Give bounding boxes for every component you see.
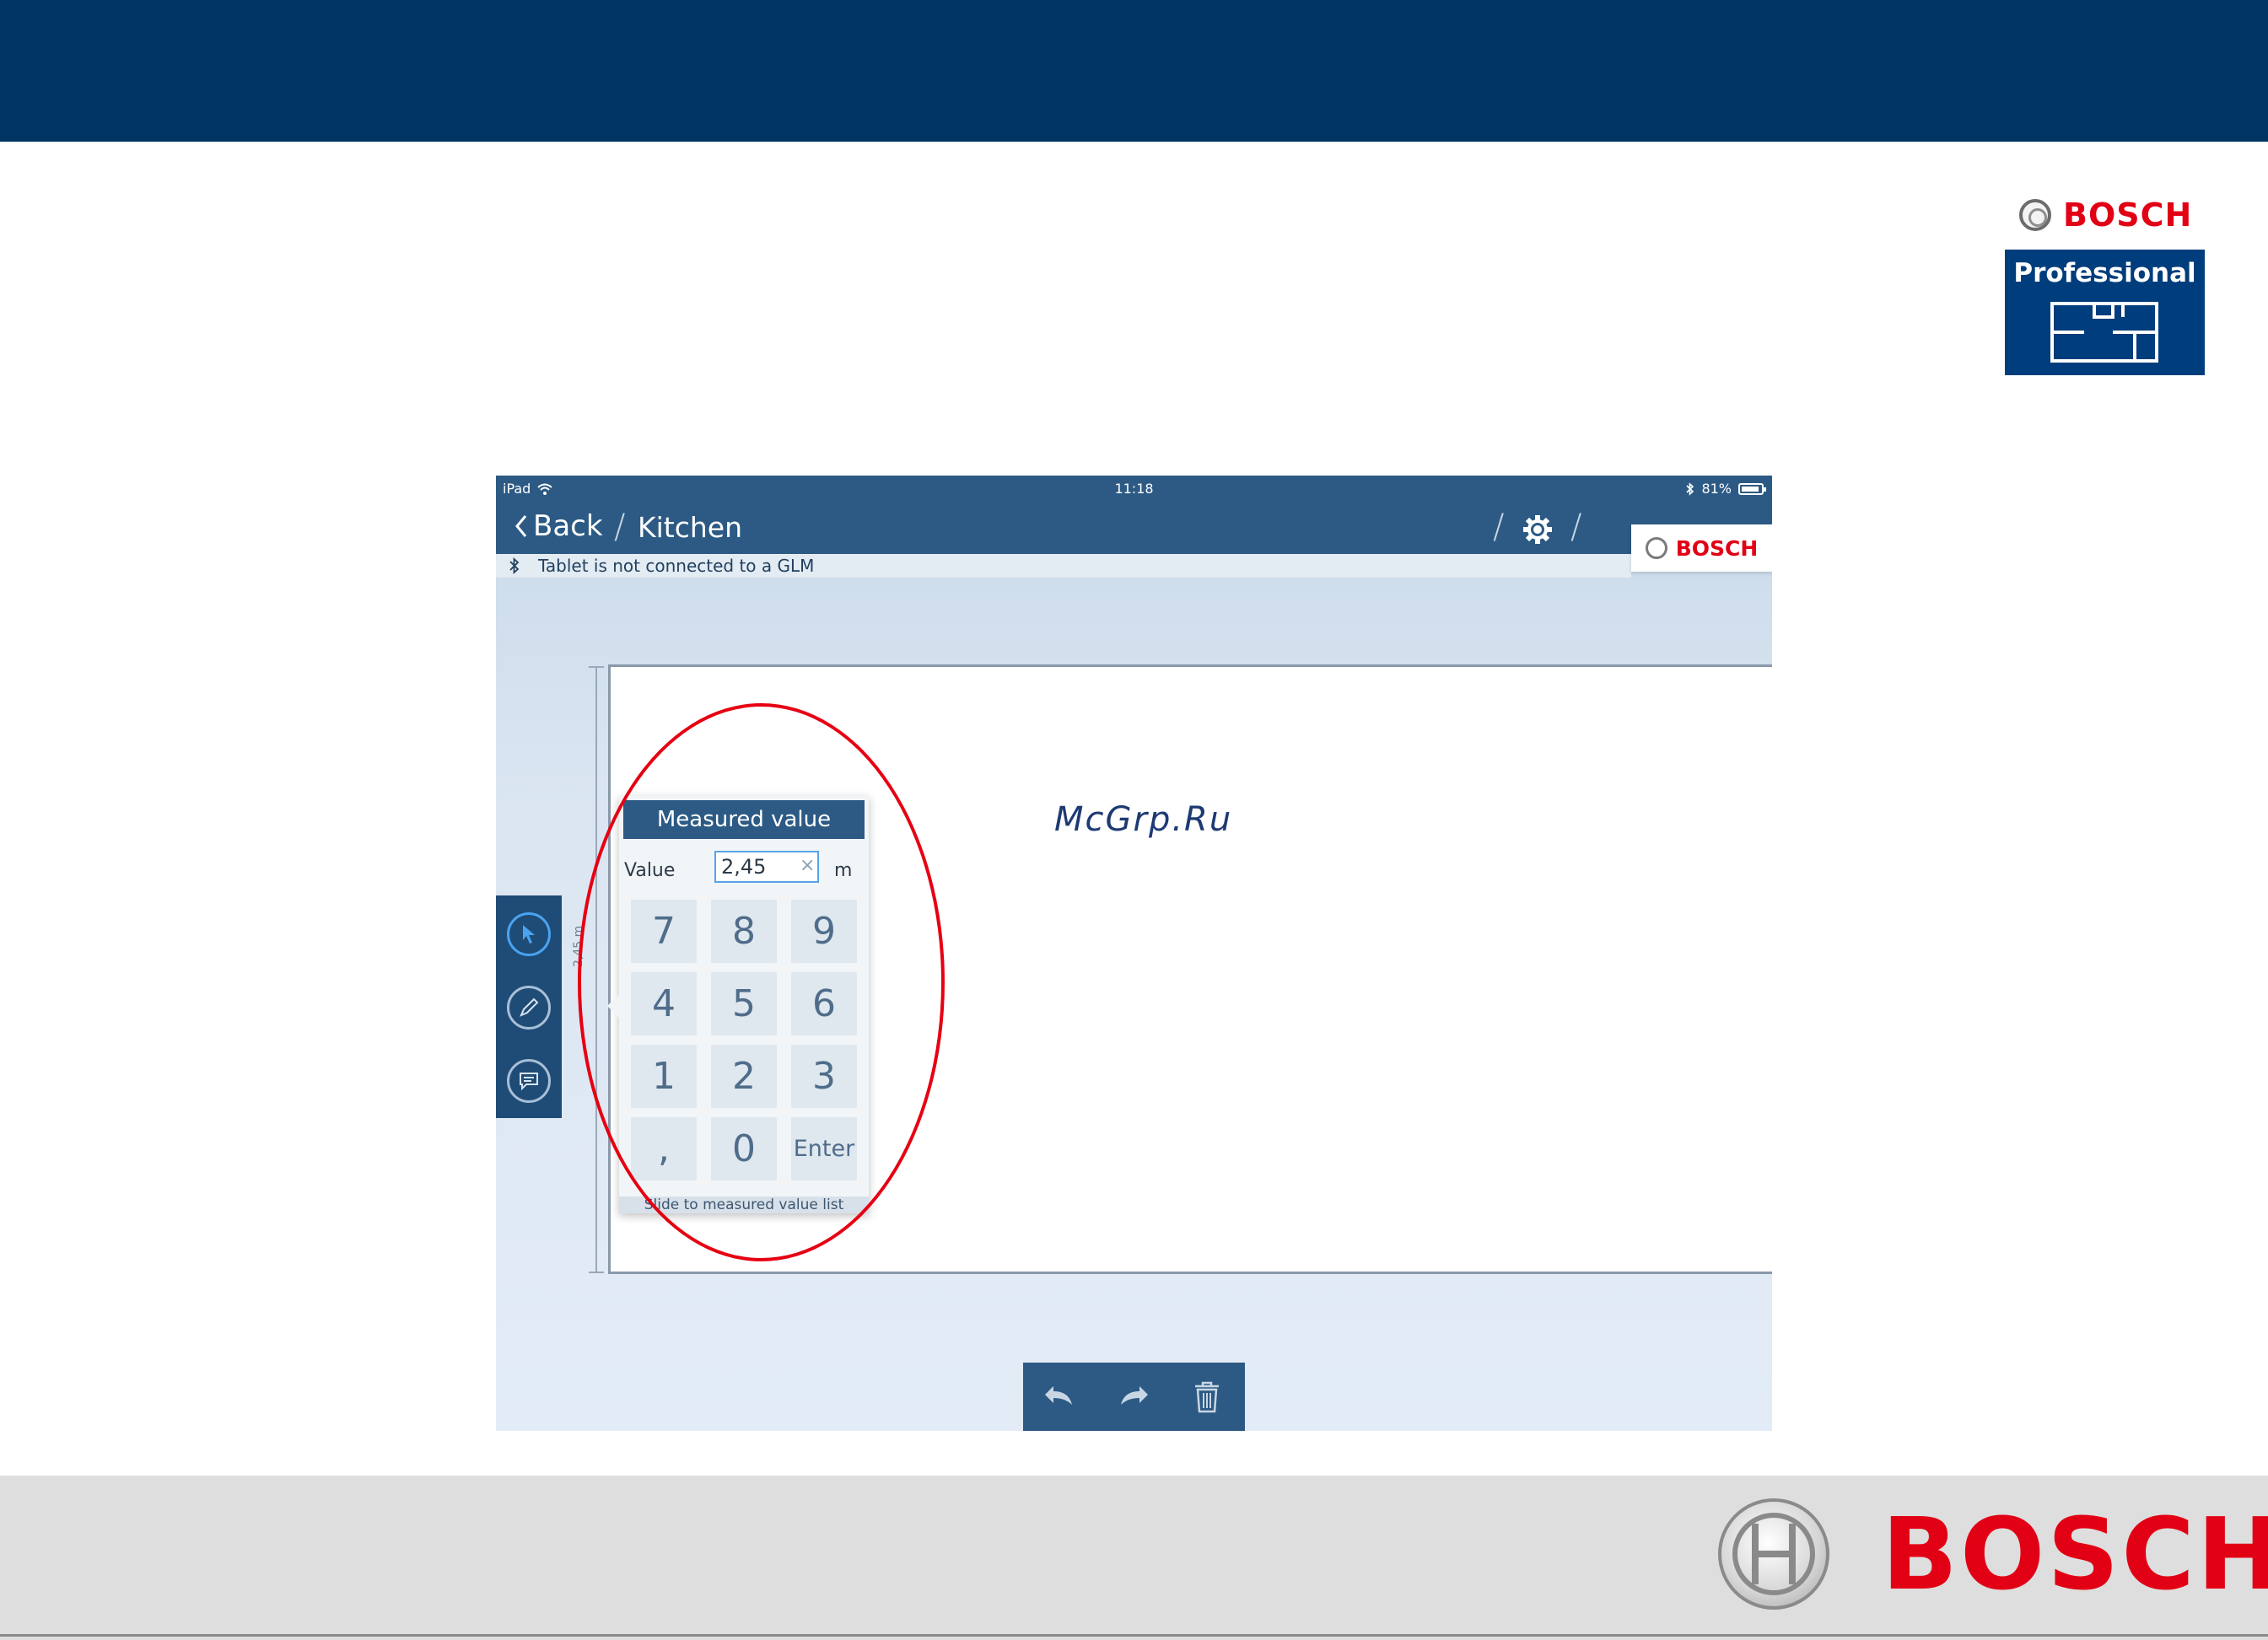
trash-icon[interactable] [1192, 1379, 1222, 1415]
bosch-logo-top: BOSCH [2019, 196, 2192, 234]
floorplan-icon [2050, 302, 2158, 363]
connection-status-text: Tablet is not connected to a GLM [538, 556, 815, 576]
bosch-armature-icon [2019, 199, 2051, 231]
bosch-armature-icon [1645, 537, 1667, 559]
bluetooth-icon [1686, 481, 1694, 496]
gear-icon[interactable] [1522, 514, 1553, 545]
pointer-icon [523, 925, 535, 944]
redo-icon[interactable] [1116, 1379, 1153, 1413]
battery-percent: 81% [1701, 481, 1732, 497]
undo-icon[interactable] [1040, 1379, 1077, 1413]
breadcrumb-divider: / [1493, 508, 1505, 546]
edit-toolbar [1023, 1363, 1245, 1431]
breadcrumb-divider: / [614, 508, 626, 546]
battery-icon [1738, 482, 1766, 495]
tool-panel [496, 895, 562, 1118]
back-label: Back [533, 509, 603, 543]
dimension-tick [589, 666, 604, 668]
comment-icon [520, 1073, 538, 1091]
slide-header-band [0, 0, 2268, 142]
breadcrumb-divider: / [1570, 508, 1582, 546]
pencil-icon [520, 997, 539, 1017]
status-time: 11:18 [1114, 481, 1154, 497]
professional-label: Professional [2013, 258, 2196, 288]
navigation-bar: Back / Kitchen / / [496, 503, 1772, 554]
comment-tool-button[interactable] [507, 1059, 551, 1103]
bosch-wordmark: BOSCH [2063, 196, 2193, 234]
bosch-tab-wordmark: BOSCH [1675, 535, 1759, 561]
back-button[interactable]: Back [514, 509, 603, 543]
connection-info-bar: Tablet is not connected to a GLM [496, 554, 1631, 578]
bosch-armature-icon [1718, 1498, 1829, 1610]
watermark-text: McGrp.Ru [1054, 800, 1233, 839]
breadcrumb-kitchen[interactable]: Kitchen [638, 511, 742, 544]
footer-divider [0, 1634, 2268, 1637]
draw-tool-button[interactable] [507, 986, 551, 1030]
chevron-left-icon [515, 515, 527, 537]
bosch-wordmark-bottom: BOSCH [1882, 1496, 2268, 1612]
professional-badge: Professional [2005, 250, 2205, 375]
bosch-tab: BOSCH [1631, 524, 1772, 572]
status-bar: iPad 11:18 81% [496, 476, 1772, 503]
select-tool-button[interactable] [507, 912, 551, 956]
highlight-ellipse [578, 703, 945, 1261]
bosch-logo-bottom: BOSCH [1718, 1498, 2268, 1610]
dimension-tick [589, 1272, 604, 1273]
bluetooth-icon [509, 557, 520, 575]
